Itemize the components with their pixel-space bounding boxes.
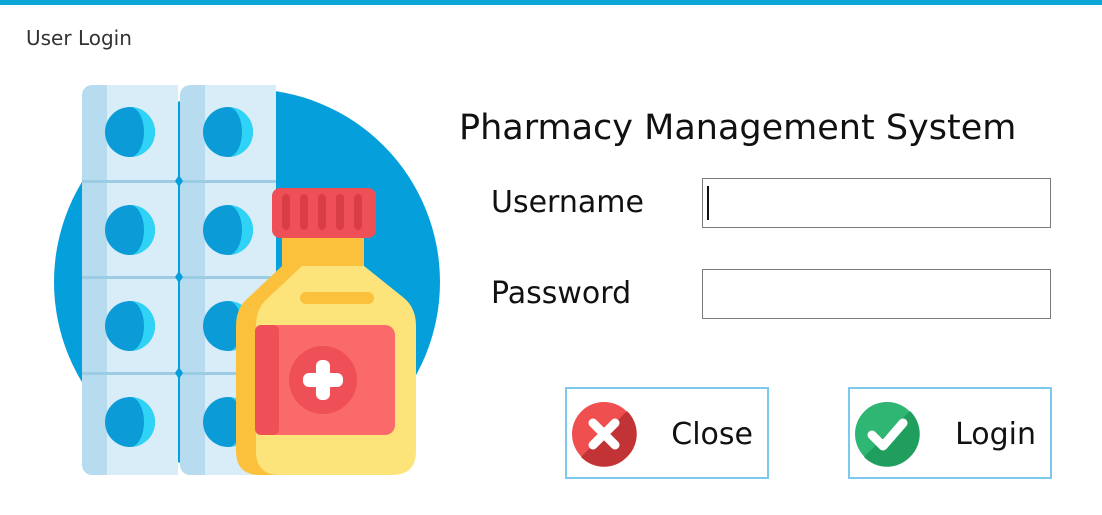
close-button[interactable]: Close	[565, 387, 769, 479]
close-button-label: Close	[671, 417, 753, 452]
window-top-bar	[0, 0, 1102, 5]
text-caret	[707, 186, 709, 220]
password-input[interactable]	[702, 269, 1051, 319]
check-icon	[855, 402, 920, 467]
password-label: Password	[491, 276, 632, 311]
pharmacy-illustration-icon	[54, 85, 440, 475]
app-title: Pharmacy Management System	[459, 108, 1017, 148]
username-input[interactable]	[702, 178, 1051, 228]
username-label: Username	[491, 185, 644, 220]
close-icon	[572, 402, 637, 467]
login-button[interactable]: Login	[848, 387, 1052, 479]
window-title: User Login	[26, 26, 132, 50]
login-button-label: Login	[955, 417, 1036, 452]
